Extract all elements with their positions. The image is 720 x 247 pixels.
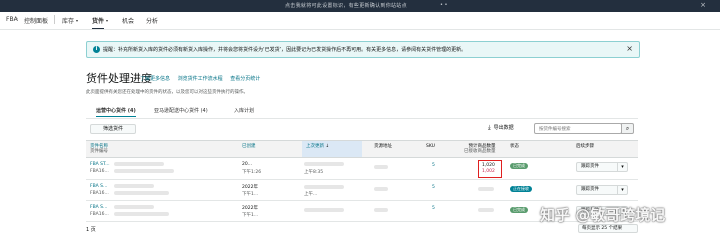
shipment-name[interactable]: FBA ST... <box>90 162 110 167</box>
chevron-down-icon: ▾ <box>76 18 79 23</box>
export-button[interactable]: ⤓ 导出数据 <box>488 124 514 132</box>
redacted <box>114 162 164 166</box>
tabs-divider <box>86 118 638 119</box>
filter-button[interactable]: 筛选货件 <box>90 124 136 134</box>
nav-item-dashboard[interactable]: 控制面板 <box>24 16 48 25</box>
page-subtitle: 此页面提供有关您还在处理中的货件的状态，以及您可以对这些货件执行的操作。 <box>86 90 248 95</box>
download-icon: ⤓ <box>488 124 491 131</box>
tab-amazon-fc[interactable]: 亚马逊配送中心货件 (4) <box>154 107 208 114</box>
close-icon[interactable]: × <box>626 44 633 53</box>
th-sku: SKU <box>426 144 435 149</box>
nav-item-shipments[interactable]: 货件 <box>92 16 105 29</box>
created-time: 下午1... <box>242 192 259 197</box>
stats-link[interactable]: 查看分页统计 <box>230 76 260 82</box>
learn-more-link[interactable]: 了解更多信息 <box>140 76 170 82</box>
shipment-id: FBA16... <box>90 169 109 174</box>
per-page-select[interactable]: 每页显示 25 个结果 <box>578 224 638 233</box>
info-alert: i 提醒：补充所新货入库的货件必须有新货入库操作，并将会您将货件设为‘已发货’，… <box>86 41 640 58</box>
redacted <box>114 169 174 173</box>
redacted <box>304 185 344 189</box>
track-shipment-button[interactable]: 跟踪货件 ▾ <box>576 162 628 172</box>
search-icon[interactable]: ⌕ <box>621 123 634 134</box>
redacted <box>374 208 388 212</box>
chevron-left-icon: ‹ <box>16 16 19 23</box>
created-date: 2022年 <box>242 185 258 190</box>
nav-divider <box>54 15 55 24</box>
shipment-id: FBA16... <box>90 212 109 217</box>
tab-inbound-plans[interactable]: 入库计划 <box>234 107 254 114</box>
redacted <box>114 191 169 195</box>
redacted <box>114 184 154 188</box>
redacted <box>114 205 154 209</box>
close-icon[interactable]: × <box>700 1 706 9</box>
th-created[interactable]: 已创建 <box>242 144 256 149</box>
tab-operations[interactable]: 运营中心货件 (4) <box>96 107 136 117</box>
shipment-name[interactable]: FBA S... <box>90 205 107 210</box>
sku-count[interactable]: 5 <box>432 163 435 168</box>
th-qty: 预计商品数量 已接收商品数量 <box>464 144 496 154</box>
redacted <box>374 187 388 191</box>
info-icon: i <box>93 46 100 53</box>
export-label: 导出数据 <box>493 125 514 131</box>
title-links: 了解更多信息 浏览货件工作流水程 查看分页统计 <box>140 75 266 82</box>
sku-count[interactable]: 5 <box>432 185 435 190</box>
redacted <box>304 162 344 166</box>
nav-item-inventory[interactable]: 库存 <box>62 16 74 25</box>
sku-count[interactable]: 5 <box>432 206 435 211</box>
th-name[interactable]: 货件名称 货件编号 <box>90 144 108 154</box>
highlight-box <box>478 160 502 178</box>
th-action: 后续步骤 <box>576 144 594 149</box>
status-badge: 已完成 <box>510 207 528 213</box>
table-row: FBA ST... FBA16... 20... 下午1:26 上午8:35 5… <box>86 158 638 180</box>
created-time: 下午1:26 <box>242 170 262 175</box>
chevron-down-icon: ▾ <box>106 18 109 23</box>
redacted <box>114 212 169 216</box>
top-notice-dots: • • <box>440 2 448 8</box>
th-status: 状态 <box>510 144 519 149</box>
watermark: 知乎 @敏哥跨境记 <box>540 206 666 224</box>
nav-item-analytics[interactable]: 分析 <box>146 16 158 25</box>
table-header: 货件名称 货件编号 已创建 上次更新 ↓ 货源地址 SKU 预计商品数量 已接收… <box>86 140 638 158</box>
status-badge: 已完成 <box>510 163 528 169</box>
nav-item-opportunities[interactable]: 机会 <box>122 16 134 25</box>
th-from: 货源地址 <box>374 144 392 149</box>
shipment-id: FBA16... <box>90 191 109 196</box>
updated-time: 上午8:35 <box>304 170 324 175</box>
shipment-name[interactable]: FBA S... <box>90 184 107 189</box>
workflow-link[interactable]: 浏览货件工作流水程 <box>178 76 223 82</box>
redacted <box>374 165 388 169</box>
search-input[interactable] <box>534 123 622 134</box>
top-notice-text: 点击我就将可此设置标识，有些更新确认到你站站点 <box>285 3 407 9</box>
main-navbar: FBA ‹ 控制面板 库存 ▾ 货件 ▾ 机会 分析 <box>0 12 720 30</box>
created-date: 20... <box>242 162 253 167</box>
th-updated[interactable]: 上次更新 ↓ <box>302 141 362 157</box>
alert-text: 提醒：补充所新货入库的货件必须有新货入库操作，并将会您将货件设为‘已发货’，因此… <box>103 47 467 53</box>
redacted <box>304 208 344 212</box>
created-time: 下午1... <box>242 213 259 218</box>
status-badge: 正在接收 <box>510 186 532 192</box>
track-shipment-button[interactable]: 跟踪货件 ▾ <box>576 185 628 195</box>
page-count: 1 页 <box>86 227 96 233</box>
updated-time: 上午... <box>304 192 318 197</box>
redacted <box>478 187 494 191</box>
sort-down-icon: ↓ <box>325 144 330 149</box>
chevron-down-icon: ▾ <box>617 163 627 171</box>
redacted <box>478 208 494 212</box>
chevron-down-icon: ▾ <box>617 186 627 194</box>
table-row: FBA S... FBA16... 2022年 下午1... 上午... 5 正… <box>86 180 638 201</box>
top-notice-bar: 点击我就将可此设置标识，有些更新确认到你站站点 • • × <box>0 0 720 12</box>
created-date: 2022年 <box>242 206 258 211</box>
